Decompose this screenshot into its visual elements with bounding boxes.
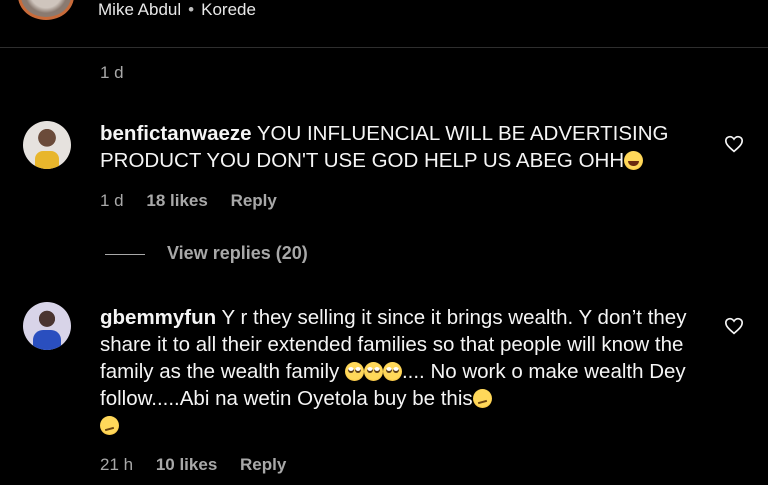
eye-roll-emoji [363,362,383,381]
smirk-emoji [100,416,119,435]
comment-text: gbemmyfun Y r they selling it since it b… [100,304,700,439]
avatar[interactable] [18,0,74,20]
eye-roll-emoji [344,362,364,381]
reply-button[interactable]: Reply [231,191,277,210]
tagged-user[interactable]: Mike Abdul [98,0,181,19]
comment-time: 1 d [100,63,124,82]
smirk-emoji [472,389,492,408]
comment-text: benfictanwaeze YOU INFLUENCIAL WILL BE A… [100,120,700,174]
comment-meta: 21 h 10 likes Reply [100,455,304,475]
avatar[interactable] [23,121,71,169]
comment-username[interactable]: benfictanwaeze [100,122,252,145]
separator: • [188,0,195,19]
likes-count[interactable]: 18 likes [146,191,207,210]
comment-time: 1 d [100,191,124,210]
comment-meta: 1 d 18 likes Reply [100,191,295,211]
avatar[interactable] [23,302,71,350]
view-replies-button[interactable]: View replies (20) [105,243,308,264]
laugh-emoji [624,151,644,170]
heart-icon[interactable] [724,135,744,153]
comment-time: 21 h [100,455,134,474]
divider-line [105,253,145,255]
top-comment-header: Mike Abdul • Korede [0,0,768,48]
comment-username[interactable]: gbemmyfun [100,306,216,329]
likes-count[interactable]: 10 likes [156,455,217,474]
reply-button[interactable]: Reply [240,455,286,474]
tagged-user[interactable]: Korede [201,0,256,19]
eye-roll-emoji [382,362,402,381]
heart-icon[interactable] [724,317,744,335]
view-replies-label: View replies (20) [167,243,308,263]
tagged-users: Mike Abdul • Korede [98,0,256,20]
